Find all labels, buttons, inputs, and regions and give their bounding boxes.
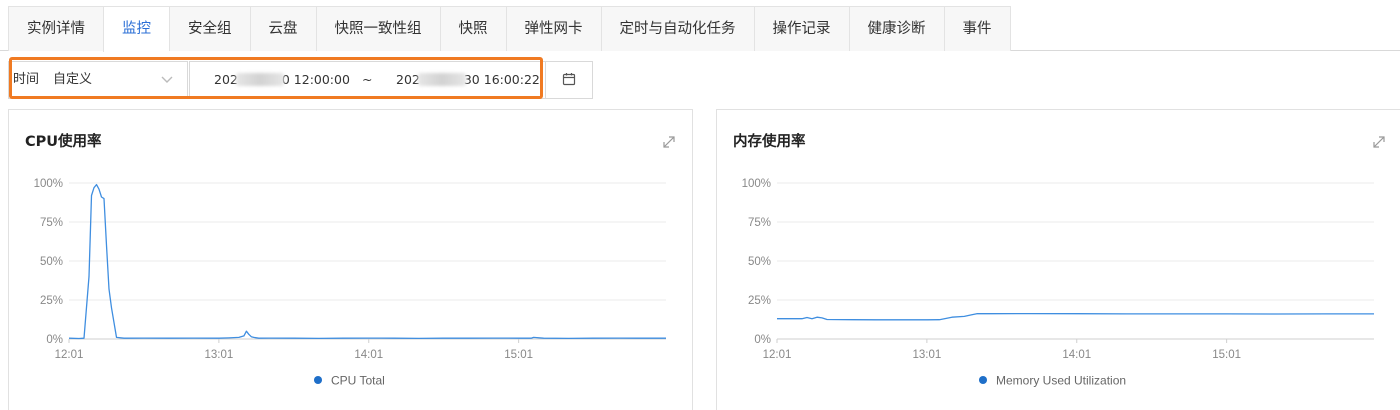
tab-7[interactable]: 定时与自动化任务 [600,6,754,51]
x-tick-label: 12:01 [55,349,84,361]
start-time[interactable]: 202 0 12:00:00 [214,62,350,98]
y-tick-label: 50% [748,256,771,268]
start-time-prefix: 202 [214,72,238,87]
x-tick-label: 14:01 [354,349,383,361]
tab-1[interactable]: 监控 [103,6,169,52]
divider [545,62,546,98]
tab-bar: 实例详情 监控 安全组 云盘 快照一致性组 快照 弹性网卡 定时与自动化任务 操作记录 健康诊断事… [0,0,1400,52]
y-tick-label: 25% [748,295,771,307]
series-line [777,312,1374,321]
y-tick-label: 50% [40,256,63,268]
y-tick-label: 100% [34,178,63,190]
legend-marker [314,376,322,384]
end-time-prefix: 202 [396,72,420,87]
calendar-icon[interactable] [562,72,576,86]
tab-2[interactable]: 安全组 [169,6,250,51]
tab-6[interactable]: 弹性网卡 [505,6,601,51]
legend-label[interactable]: Memory Used Utilization [996,374,1126,388]
cpu-usage-panel: CPU使用率 0% 25% 50% 75% 100% 12:01 13:01 14:01 15:… [8,109,693,410]
range-separator: ~ [362,72,373,87]
legend-marker [979,376,987,384]
tab-9[interactable]: 健康诊断 [848,6,944,51]
y-tick-label: 75% [748,217,771,229]
x-tick-label: 14:01 [1062,349,1091,361]
series-line [68,183,666,340]
memory-usage-panel: 内存使用率 0% 25% 50% 75% 100% 12:01 13:01 14:01 15:0… [716,109,1400,410]
y-tick-label: 25% [40,295,63,307]
chevron-down-icon[interactable] [159,71,175,89]
time-mode-value: 自定义 [53,72,93,87]
x-tick-label: 12:01 [763,349,792,361]
y-tick-label: 0% [754,334,771,346]
end-time-suffix: 30 16:00:22 [463,72,540,87]
tab-10[interactable]: 事件 [943,6,1011,51]
date-range-picker[interactable]: 202 0 12:00:00 ~ 202 30 16:00:22 [189,61,593,99]
tab-3[interactable]: 云盘 [249,6,316,51]
x-tick-label: 13:01 [204,349,233,361]
y-tick-label: 0% [46,334,63,346]
memory-usage-chart: 0% 25% 50% 75% 100% 12:01 13:01 14:01 15:01 Memor… [742,178,1374,388]
legend-label[interactable]: CPU Total [331,374,385,388]
x-tick-label: 15:01 [504,349,533,361]
end-time[interactable]: 202 30 16:00:22 [396,62,540,98]
tab-4[interactable]: 快照一致性组 [315,6,440,51]
time-label: 时间 [13,72,40,87]
time-mode-select[interactable]: 时间 自定义 [8,61,188,99]
tab-row: 实例详情 监控 安全组 云盘 快照一致性组 快照 弹性网卡 定时与自动化任务 操作记录 健康诊断事… [8,6,1011,52]
tab-5[interactable]: 快照 [439,6,506,51]
x-tick-label: 13:01 [912,349,941,361]
tab-0[interactable]: 实例详情 [8,6,103,51]
start-time-suffix: 0 12:00:00 [281,72,350,87]
redacted-date [417,73,466,86]
redacted-date [235,73,284,86]
y-tick-label: 100% [742,178,771,190]
cpu-usage-chart: 0% 25% 50% 75% 100% 12:01 13:01 14:01 15:01 CPU T… [34,178,666,388]
x-tick-label: 15:01 [1212,349,1241,361]
y-tick-label: 75% [40,217,63,229]
tab-8[interactable]: 操作记录 [753,6,849,51]
